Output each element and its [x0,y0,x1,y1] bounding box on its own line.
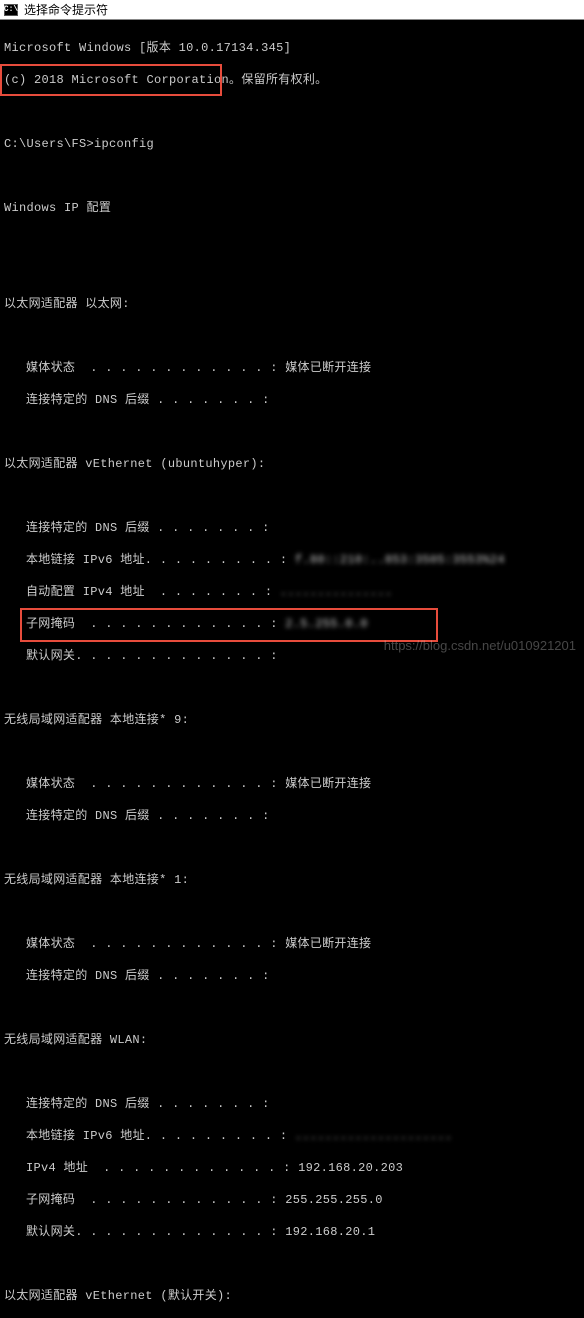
watermark: https://blog.csdn.net/u010921201 [384,638,576,653]
prompt-line: C:\Users\FS>ipconfig [4,136,580,152]
vethernet-dns-suffix: 连接特定的 DNS 后缀 . . . . . . . : [4,520,580,536]
adapter-wlan1-title: 无线局域网适配器 本地连接* 1: [4,872,580,888]
title-bar: C:\ 选择命令提示符 [0,0,584,20]
ethernet-dns-suffix: 连接特定的 DNS 后缀 . . . . . . . : [4,392,580,408]
copyright-line: (c) 2018 Microsoft Corporation。保留所有权利。 [4,72,580,88]
vethernet-subnet: 子网掩码 2.5.255.0.0 [4,616,580,632]
wlan-ipv4: IPv4 地址 192.168.20.203 [4,1160,580,1176]
command-text: ipconfig [94,137,154,151]
adapter-vethernet2-title: 以太网适配器 vEthernet (默认开关): [4,1288,580,1304]
adapter-wlan9-title: 无线局域网适配器 本地连接* 9: [4,712,580,728]
wlan1-dns-suffix: 连接特定的 DNS 后缀 . . . . . . . : [4,968,580,984]
cmd-icon: C:\ [4,4,18,16]
adapter-wlan-title: 无线局域网适配器 WLAN: [4,1032,580,1048]
wlan-subnet: 子网掩码 255.255.255.0 [4,1192,580,1208]
adapter-ethernet-title: 以太网适配器 以太网: [4,296,580,312]
version-line: Microsoft Windows [版本 10.0.17134.345] [4,40,580,56]
wlan1-media-state: 媒体状态 媒体已断开连接 [4,936,580,952]
vethernet-ipv6: 本地链接 IPv6 地址. . . . . . . . . : f.80::21… [4,552,580,568]
terminal-output[interactable]: Microsoft Windows [版本 10.0.17134.345] (c… [0,20,584,1318]
window-title: 选择命令提示符 [24,1,108,18]
vethernet-autoconfig: 自动配置 IPv4 地址 . . . . . . . : ...........… [4,584,580,600]
wlan9-dns-suffix: 连接特定的 DNS 后缀 . . . . . . . : [4,808,580,824]
adapter-vethernet-title: 以太网适配器 vEthernet (ubuntuhyper): [4,456,580,472]
wlan-ipv6: 本地链接 IPv6 地址. . . . . . . . . : ........… [4,1128,580,1144]
prompt-path: C:\Users\FS> [4,137,94,151]
ip-config-title: Windows IP 配置 [4,200,580,216]
ethernet-media-state: 媒体状态 媒体已断开连接 [4,360,580,376]
wlan-gateway: 默认网关. 192.168.20.1 [4,1224,580,1240]
wlan9-media-state: 媒体状态 媒体已断开连接 [4,776,580,792]
wlan-dns-suffix: 连接特定的 DNS 后缀 . . . . . . . : [4,1096,580,1112]
